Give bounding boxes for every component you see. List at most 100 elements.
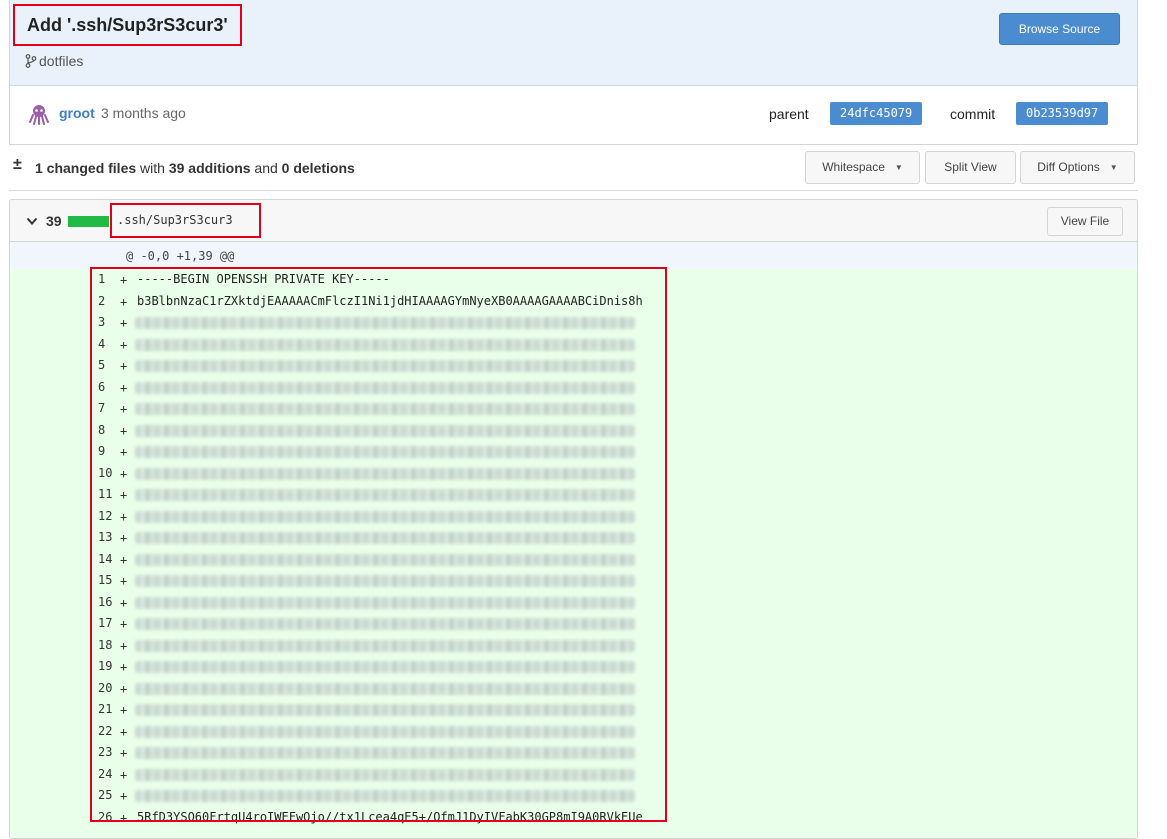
commit-time: 3 months ago <box>101 105 186 121</box>
hunk-header: @ -0,0 +1,39 @@ <box>10 242 1137 269</box>
parent-label: parent <box>769 106 809 122</box>
diff-line: 14 + <box>10 549 1137 571</box>
addition-marker: + <box>120 359 128 373</box>
additions-bar <box>68 216 109 227</box>
diff-line: 17 + <box>10 613 1137 635</box>
diff-line: 12 + <box>10 506 1137 528</box>
avatar[interactable] <box>28 103 50 125</box>
addition-marker: + <box>120 380 128 395</box>
line-number[interactable]: 7 <box>98 401 118 415</box>
line-number[interactable]: 4 <box>98 337 118 351</box>
diff-line: 5 + <box>10 355 1137 377</box>
addition-marker: + <box>120 466 128 481</box>
addition-marker: + <box>120 509 128 524</box>
line-number[interactable]: 12 <box>98 509 118 523</box>
line-number[interactable]: 9 <box>98 444 118 458</box>
line-number[interactable]: 2 <box>98 294 118 308</box>
line-number[interactable]: 24 <box>98 767 118 781</box>
line-number[interactable]: 18 <box>98 638 118 652</box>
redacted-code <box>135 532 635 544</box>
chevron-down-icon[interactable] <box>26 215 38 227</box>
line-number[interactable]: 23 <box>98 745 118 759</box>
addition-marker: + <box>120 552 128 567</box>
addition-marker: + <box>120 488 128 502</box>
line-number[interactable]: 25 <box>98 788 118 802</box>
redacted-code <box>135 661 635 673</box>
changed-files-count: 1 changed files <box>35 160 137 176</box>
line-number[interactable]: 6 <box>98 380 118 394</box>
addition-marker: + <box>120 531 128 545</box>
addition-marker: + <box>120 574 128 588</box>
line-code: b3BlbnNzaC1rZXktdjEAAAAACmFlczI1Ni1jdHIA… <box>137 293 643 308</box>
redacted-code <box>135 790 635 802</box>
diff-line: 16 + <box>10 592 1137 614</box>
diff-lines: 1 + -----BEGIN OPENSSH PRIVATE KEY----- 2 + b… <box>10 269 1137 838</box>
redacted-code <box>135 403 635 415</box>
addition-marker: + <box>120 423 128 438</box>
file-diff: 39 .ssh/Sup3rS3cur3 View File @ -0,0 +1,… <box>9 199 1138 839</box>
diff-line: 26 +5RfD3YSO60FrtqU4roIWEFwOjo//tx1Lcea4q… <box>10 807 1137 829</box>
additions-count: 39 additions <box>168 160 251 176</box>
line-number[interactable]: 17 <box>98 616 118 630</box>
line-number[interactable]: 15 <box>98 573 118 587</box>
diff-options-label: Diff Options <box>1037 160 1100 174</box>
addition-marker: + <box>120 681 128 696</box>
split-view-button[interactable]: Split View <box>925 151 1016 184</box>
parent-sha-badge[interactable]: 24dfc45079 <box>830 102 923 125</box>
view-file-button[interactable]: View File <box>1047 207 1123 236</box>
browse-source-button[interactable]: Browse Source <box>999 13 1120 45</box>
commit-header: Add '.ssh/Sup3rS3cur3' dotfiles Browse S… <box>9 0 1138 145</box>
line-number[interactable]: 8 <box>98 423 118 437</box>
line-number[interactable]: 20 <box>98 681 118 695</box>
commit-title: Add '.ssh/Sup3rS3cur3' <box>13 4 242 46</box>
redacted-code <box>135 704 635 716</box>
redacted-code <box>135 768 635 781</box>
line-number[interactable]: 13 <box>98 530 118 544</box>
diff-line: 6 + <box>10 377 1137 399</box>
diff-options-dropdown[interactable]: Diff Options ▼ <box>1020 151 1135 184</box>
diff-line: 3 + <box>10 312 1137 334</box>
line-number[interactable]: 11 <box>98 487 118 501</box>
line-number[interactable]: 1 <box>98 272 118 286</box>
branch-name: dotfiles <box>39 53 84 69</box>
addition-marker: + <box>120 789 128 803</box>
addition-marker: + <box>120 638 128 653</box>
branch-link[interactable]: dotfiles <box>25 51 83 71</box>
addition-marker: + <box>120 810 128 825</box>
diff-line: 18 + <box>10 635 1137 657</box>
stats-with: with <box>140 160 165 176</box>
diff-line: 8 + <box>10 420 1137 442</box>
diff-stats-summary: 1 changed files with 39 additions and 0 … <box>35 160 355 176</box>
line-number[interactable]: 14 <box>98 552 118 566</box>
redacted-code <box>135 639 635 652</box>
line-number[interactable]: 3 <box>98 315 118 329</box>
line-number[interactable]: 21 <box>98 702 118 716</box>
whitespace-dropdown[interactable]: Whitespace ▼ <box>805 151 920 184</box>
line-number[interactable]: 10 <box>98 466 118 480</box>
file-additions-count: 39 <box>46 213 62 229</box>
caret-down-icon: ▼ <box>1109 163 1118 172</box>
line-number[interactable]: 5 <box>98 358 118 372</box>
line-number[interactable]: 16 <box>98 595 118 609</box>
redacted-code <box>135 553 635 566</box>
redacted-code <box>135 338 635 351</box>
line-number[interactable]: 26 <box>98 810 118 824</box>
branch-icon <box>25 54 37 68</box>
redacted-code <box>135 618 635 630</box>
line-code: -----BEGIN OPENSSH PRIVATE KEY----- <box>137 272 390 286</box>
addition-marker: + <box>120 445 128 459</box>
redacted-code <box>135 317 635 329</box>
file-name: .ssh/Sup3rS3cur3 <box>110 203 261 238</box>
diff-line: 22 + <box>10 721 1137 743</box>
diff-line: 25 + <box>10 785 1137 807</box>
line-number[interactable]: 19 <box>98 659 118 673</box>
diff-line: 23 + <box>10 742 1137 764</box>
diff-line: 10 + <box>10 463 1137 485</box>
commit-summary: Add '.ssh/Sup3rS3cur3' dotfiles Browse S… <box>10 0 1137 86</box>
commit-sha-badge[interactable]: 0b23539d97 <box>1016 102 1109 125</box>
diff-line: 2 + b3BlbnNzaC1rZXktdjEAAAAACmFlczI1Ni1jdH… <box>10 291 1137 313</box>
redacted-code <box>135 424 635 437</box>
author-name[interactable]: groot <box>59 105 95 121</box>
toggle-file-list-icon[interactable]: ± <box>13 156 22 174</box>
line-number[interactable]: 22 <box>98 724 118 738</box>
